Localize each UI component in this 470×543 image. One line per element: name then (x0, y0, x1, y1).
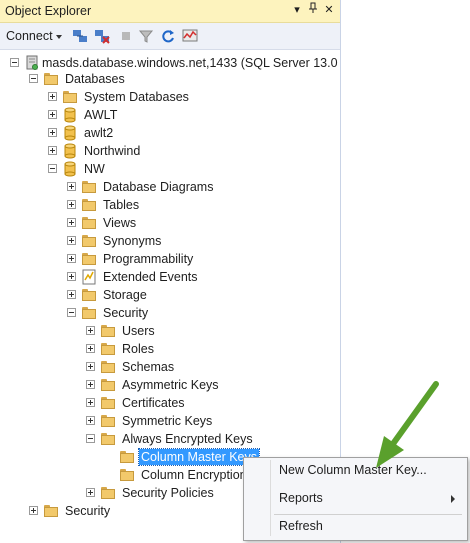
expand-toggle[interactable] (67, 200, 76, 209)
folder-icon (100, 377, 116, 393)
tree-label: Storage (103, 288, 147, 302)
extended-events-icon (81, 269, 97, 285)
expand-toggle[interactable] (86, 326, 95, 335)
expand-toggle[interactable] (67, 236, 76, 245)
tree-label: AWLT (84, 108, 118, 122)
tree-label: Database Diagrams (103, 180, 214, 194)
expand-toggle[interactable] (48, 110, 57, 119)
tree-label: Extended Events (103, 270, 198, 284)
collapse-toggle[interactable] (29, 74, 38, 83)
collapse-toggle[interactable] (48, 164, 57, 173)
chevron-down-icon (55, 34, 62, 39)
tree-label: Views (103, 216, 137, 230)
collapse-toggle[interactable] (86, 434, 95, 443)
tree-label: Always Encrypted Keys (122, 432, 253, 446)
expand-toggle[interactable] (29, 506, 38, 515)
tree-label: Certificates (122, 396, 185, 410)
expand-toggle[interactable] (67, 218, 76, 227)
menu-item-refresh[interactable]: Refresh (279, 518, 323, 534)
tree-label: Security (65, 504, 111, 518)
tree-label: Databases (65, 72, 125, 86)
tree-label-selected: Column Master Keys (137, 448, 261, 466)
connect-label: Connect (6, 29, 53, 43)
database-icon (62, 125, 78, 141)
tree-label: Northwind (84, 144, 141, 158)
activity-monitor-icon[interactable] (182, 28, 198, 44)
stop-icon[interactable] (118, 28, 134, 44)
folder-icon (81, 197, 97, 213)
folder-icon (81, 215, 97, 231)
tree-label: Schemas (122, 360, 175, 374)
expand-toggle[interactable] (86, 488, 95, 497)
menu-separator (274, 514, 462, 515)
folder-icon (100, 341, 116, 357)
database-icon (62, 107, 78, 123)
expand-toggle[interactable] (86, 398, 95, 407)
expand-toggle[interactable] (48, 128, 57, 137)
tree-label: Synonyms (103, 234, 162, 248)
filter-icon[interactable] (138, 28, 154, 44)
folder-icon (100, 359, 116, 375)
expand-toggle[interactable] (86, 380, 95, 389)
expand-toggle[interactable] (86, 344, 95, 353)
tree-label: masds.database.windows.net,1433 (SQL Ser… (42, 56, 338, 70)
expand-toggle[interactable] (48, 92, 57, 101)
tree-label: Column Encryption (141, 468, 247, 482)
expand-toggle[interactable] (86, 416, 95, 425)
tree-label: Tables (103, 198, 140, 212)
tree-label: Symmetric Keys (122, 414, 213, 428)
connect-button[interactable]: Connect (6, 29, 62, 43)
panel-toolbar: Connect (0, 23, 340, 50)
expand-toggle[interactable] (67, 272, 76, 281)
expand-toggle[interactable] (86, 362, 95, 371)
tree-label: System Databases (84, 90, 189, 104)
tree-label: NW (84, 162, 105, 176)
tree-label: Security Policies (122, 486, 214, 500)
folder-icon (119, 467, 135, 483)
chevron-down-icon[interactable]: ▾ (290, 2, 304, 18)
folder-icon (81, 233, 97, 249)
pin-icon[interactable] (306, 2, 320, 18)
tree-label: Roles (122, 342, 154, 356)
tree-label: Programmability (103, 252, 194, 266)
refresh-icon[interactable] (160, 28, 176, 44)
expand-toggle[interactable] (67, 290, 76, 299)
folder-icon (100, 431, 116, 447)
folder-icon (43, 71, 59, 87)
expand-toggle[interactable] (48, 146, 57, 155)
panel-titlebar: Object Explorer ▾ ✕ (0, 0, 340, 23)
menu-gutter (270, 460, 271, 536)
menu-item-reports[interactable]: Reports (279, 490, 323, 506)
folder-icon (100, 395, 116, 411)
annotation-arrow-icon (376, 381, 439, 468)
folder-icon (100, 413, 116, 429)
folder-icon (62, 89, 78, 105)
disconnect-icon[interactable] (94, 28, 110, 44)
server-icon (24, 55, 40, 71)
folder-icon (81, 305, 97, 321)
folder-icon (119, 449, 135, 465)
expand-toggle[interactable] (67, 182, 76, 191)
collapse-toggle[interactable] (67, 308, 76, 317)
tree-label: Asymmetric Keys (122, 378, 219, 392)
close-icon[interactable]: ✕ (322, 2, 336, 18)
collapse-toggle[interactable] (10, 58, 19, 67)
folder-icon (100, 323, 116, 339)
database-icon (62, 161, 78, 177)
connect-object-icon[interactable] (72, 28, 88, 44)
folder-icon (81, 251, 97, 267)
tree-label: awlt2 (84, 126, 114, 140)
folder-icon (100, 485, 116, 501)
panel-title: Object Explorer (5, 4, 92, 18)
folder-icon (81, 287, 97, 303)
folder-icon (43, 503, 59, 519)
submenu-arrow-icon (451, 495, 455, 503)
tree-label: Users (122, 324, 155, 338)
expand-toggle[interactable] (67, 254, 76, 263)
tree-label: Security (103, 306, 149, 320)
database-icon (62, 143, 78, 159)
folder-icon (81, 179, 97, 195)
